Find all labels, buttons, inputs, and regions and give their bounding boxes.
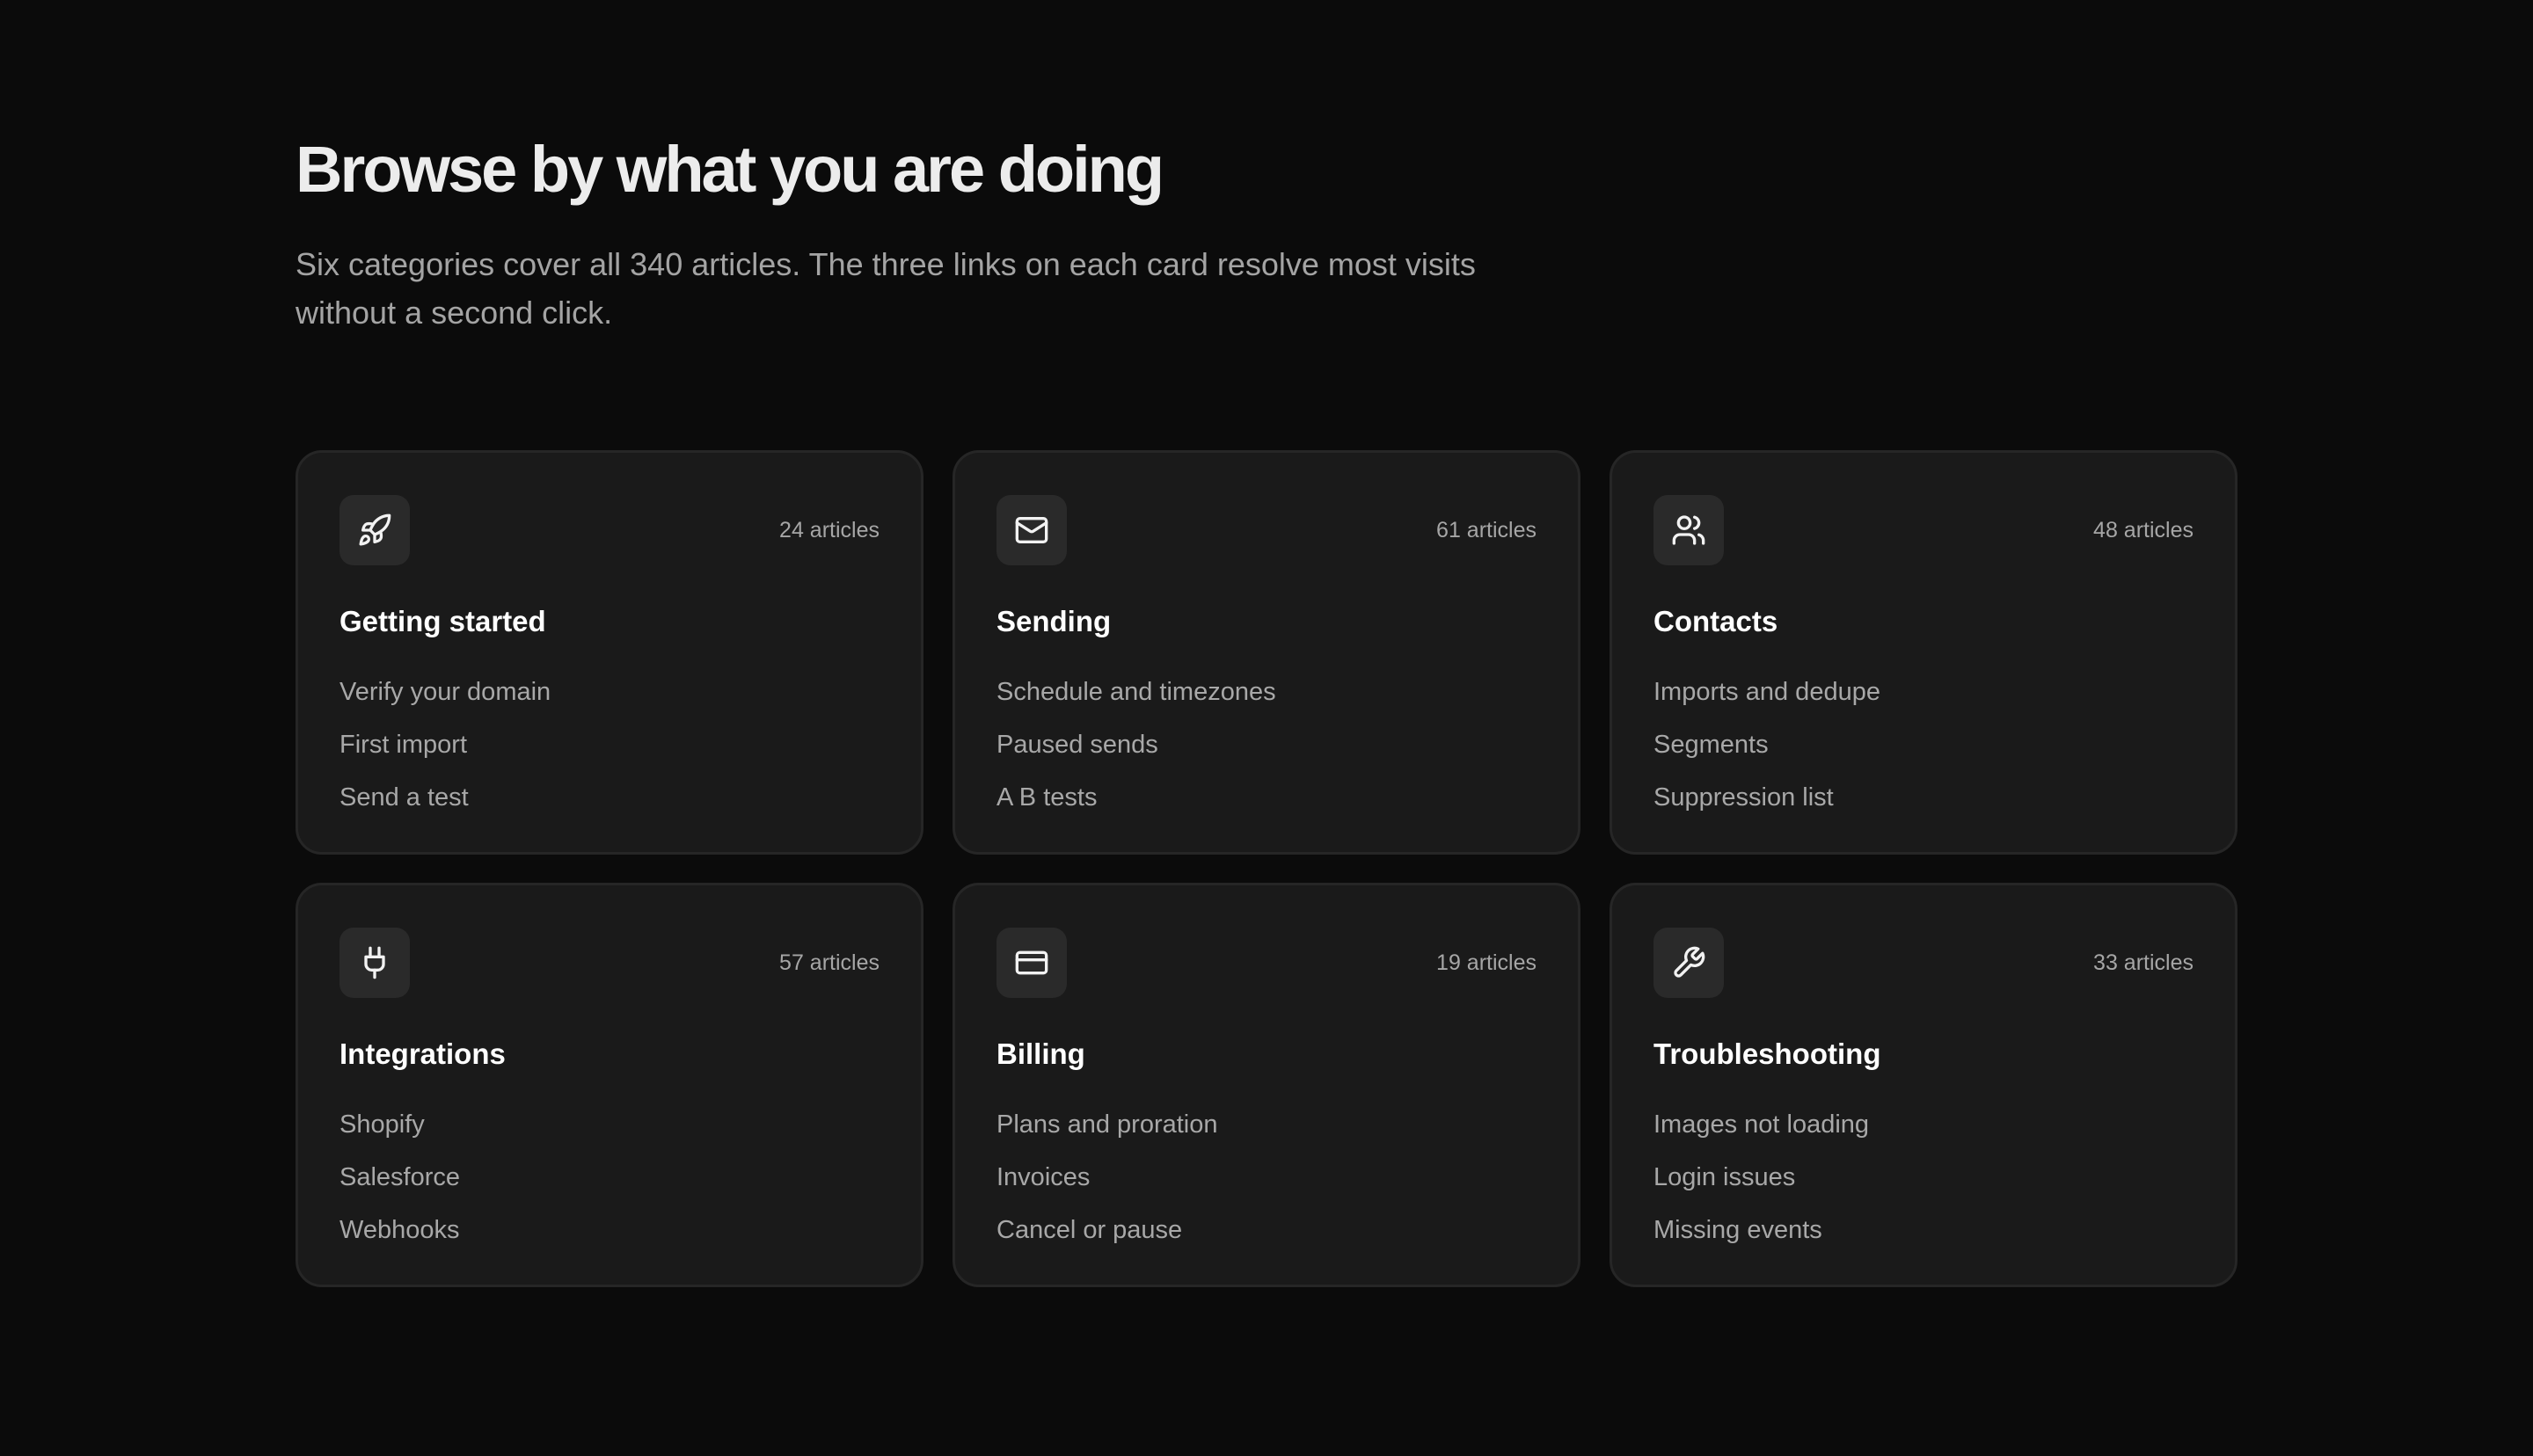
card-link[interactable]: Send a test xyxy=(339,771,880,824)
card-title[interactable]: Troubleshooting xyxy=(1653,1037,2194,1072)
card-link[interactable]: Suppression list xyxy=(1653,771,2194,824)
card-link[interactable]: Segments xyxy=(1653,718,2194,771)
card-title[interactable]: Integrations xyxy=(339,1037,880,1072)
card-link[interactable]: Shopify xyxy=(339,1098,880,1151)
rocket-icon xyxy=(339,495,410,565)
card-header: 24 articles xyxy=(339,495,880,565)
card-link[interactable]: Schedule and timezones xyxy=(996,666,1537,718)
card-header: 61 articles xyxy=(996,495,1537,565)
card-header: 33 articles xyxy=(1653,928,2194,998)
card-link[interactable]: Cancel or pause xyxy=(996,1204,1537,1256)
card-link[interactable]: A B tests xyxy=(996,771,1537,824)
card-link[interactable]: Missing events xyxy=(1653,1204,2194,1256)
card-link[interactable]: Paused sends xyxy=(996,718,1537,771)
card-title[interactable]: Billing xyxy=(996,1037,1537,1072)
wrench-icon xyxy=(1653,928,1724,998)
browse-header: Browse by what you are doing Six categor… xyxy=(296,132,2237,337)
category-grid: 24 articles Getting started Verify your … xyxy=(296,450,2237,1287)
article-count: 61 articles xyxy=(1436,517,1537,542)
card-links: Schedule and timezones Paused sends A B … xyxy=(996,666,1537,824)
card-link[interactable]: Invoices xyxy=(996,1151,1537,1204)
page-title: Browse by what you are doing xyxy=(296,133,1164,206)
category-card-contacts[interactable]: 48 articles Contacts Imports and dedupe … xyxy=(1610,450,2237,855)
users-icon xyxy=(1653,495,1724,565)
category-card-billing[interactable]: 19 articles Billing Plans and proration … xyxy=(953,883,1580,1287)
card-link[interactable]: Verify your domain xyxy=(339,666,880,718)
mail-icon xyxy=(996,495,1067,565)
card-links: Plans and proration Invoices Cancel or p… xyxy=(996,1098,1537,1256)
card-link[interactable]: Salesforce xyxy=(339,1151,880,1204)
card-header: 19 articles xyxy=(996,928,1537,998)
card-links: Verify your domain First import Send a t… xyxy=(339,666,880,824)
card-links: Images not loading Login issues Missing … xyxy=(1653,1098,2194,1256)
card-title[interactable]: Getting started xyxy=(339,604,880,639)
card-links: Shopify Salesforce Webhooks xyxy=(339,1098,880,1256)
article-count: 57 articles xyxy=(779,950,880,975)
article-count: 24 articles xyxy=(779,517,880,542)
category-card-sending[interactable]: 61 articles Sending Schedule and timezon… xyxy=(953,450,1580,855)
plug-icon xyxy=(339,928,410,998)
card-links: Imports and dedupe Segments Suppression … xyxy=(1653,666,2194,824)
card-title[interactable]: Contacts xyxy=(1653,604,2194,639)
card-link[interactable]: Images not loading xyxy=(1653,1098,2194,1151)
card-header: 48 articles xyxy=(1653,495,2194,565)
card-link[interactable]: Webhooks xyxy=(339,1204,880,1256)
category-card-troubleshooting[interactable]: 33 articles Troubleshooting Images not l… xyxy=(1610,883,2237,1287)
card-title[interactable]: Sending xyxy=(996,604,1537,639)
article-count: 48 articles xyxy=(2093,517,2194,542)
card-link[interactable]: Imports and dedupe xyxy=(1653,666,2194,718)
card-link[interactable]: First import xyxy=(339,718,880,771)
page-subtitle: Six categories cover all 340 articles. T… xyxy=(296,246,1476,331)
article-count: 33 articles xyxy=(2093,950,2194,975)
article-count: 19 articles xyxy=(1436,950,1537,975)
category-card-getting-started[interactable]: 24 articles Getting started Verify your … xyxy=(296,450,923,855)
category-card-integrations[interactable]: 57 articles Integrations Shopify Salesfo… xyxy=(296,883,923,1287)
card-link[interactable]: Login issues xyxy=(1653,1151,2194,1204)
card-link[interactable]: Plans and proration xyxy=(996,1098,1537,1151)
credit-card-icon xyxy=(996,928,1067,998)
card-header: 57 articles xyxy=(339,928,880,998)
